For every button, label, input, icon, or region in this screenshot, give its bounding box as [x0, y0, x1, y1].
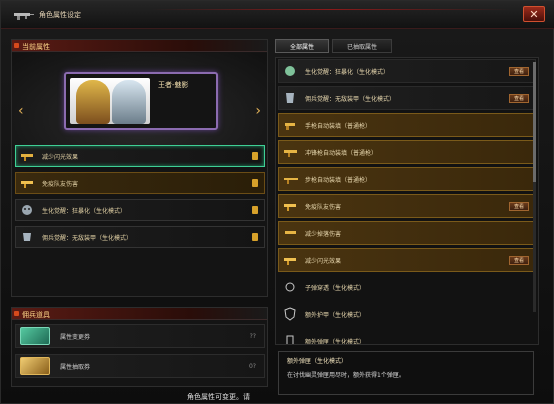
property-row[interactable]: 减少掉落伤害	[278, 221, 536, 245]
view-button[interactable]: 查看	[508, 93, 529, 103]
gun-gold-icon	[21, 181, 33, 188]
property-row[interactable]: 额外弹匣（生化模式）	[278, 329, 536, 345]
title-bar[interactable]: 角色属性设定 ✕	[1, 1, 554, 29]
property-label: 减少掉落伤害	[305, 230, 342, 238]
lock-icon	[252, 179, 258, 187]
pistol-icon	[285, 123, 295, 130]
property-label: 步枪自动装填（普通枪）	[305, 176, 372, 184]
attribute-label: 免疫队友伤害	[42, 180, 79, 188]
flash-gun-icon	[284, 258, 296, 265]
character-card[interactable]: 王者-魅影	[64, 72, 218, 130]
armor-icon	[286, 93, 294, 103]
character-portrait	[70, 78, 150, 124]
attribute-list-scrollbar[interactable]	[533, 62, 536, 312]
property-row[interactable]: 步枪自动装填（普通枪）	[278, 167, 536, 191]
property-row[interactable]: 额外护甲（生化模式）	[278, 302, 536, 326]
property-row[interactable]: 佣兵觉醒：无敌装甲（生化模式） 查看	[278, 86, 536, 110]
next-character-button[interactable]: ›	[255, 103, 261, 119]
header-marker-icon	[14, 43, 19, 48]
attribute-label: 生化觉醒：狂暴化（生化模式）	[42, 207, 127, 215]
property-label: 佣兵觉醒：无敌装甲（生化模式）	[305, 95, 396, 103]
tooltip-title: 额外弹匣（生化模式）	[287, 358, 348, 365]
ticket-green-icon	[20, 327, 50, 345]
fall-icon	[285, 231, 296, 234]
property-row[interactable]: 手枪自动装填（普通枪）	[278, 113, 536, 137]
lock-icon	[252, 233, 258, 241]
all-attributes-panel: 全部属性 已抽取属性 生化觉醒：狂暴化（生化模式） 查看 佣兵觉醒：无敌装甲（生…	[275, 39, 539, 401]
tab-extracted-attributes[interactable]: 已抽取属性	[332, 39, 393, 53]
item-qty: ??	[249, 332, 256, 340]
smg-icon	[284, 150, 297, 157]
item-card-row[interactable]: 属性变更券 ??	[15, 324, 265, 348]
character-name: 王者-魅影	[158, 81, 189, 89]
mercenary-item-title: 佣兵道具	[22, 311, 50, 319]
attribute-tooltip: 额外弹匣（生化模式） 在讨伐幽灵弹匣用尽时，额外获得1个弹匣。	[278, 351, 534, 395]
item-label: 属性抽取券	[60, 363, 91, 371]
current-attribute-list: 减少闪光效果 免疫队友伤害 生化觉醒：狂暴化（生化模式） 佣兵觉醒：无敌装甲（生…	[15, 145, 265, 253]
gun-gold-icon	[284, 204, 296, 211]
property-label: 额外护甲（生化模式）	[305, 311, 366, 319]
property-label: 子弹穿透（生化模式）	[305, 284, 366, 292]
footer-note: 角色属性可变更。请	[187, 393, 250, 401]
view-button[interactable]: 查看	[508, 66, 529, 76]
property-label: 免疫队友伤害	[305, 203, 342, 211]
attribute-list: 生化觉醒：狂暴化（生化模式） 查看 佣兵觉醒：无敌装甲（生化模式） 查看 手枪自…	[275, 57, 539, 345]
title-glow	[151, 9, 511, 10]
attribute-row[interactable]: 免疫队友伤害	[15, 172, 265, 194]
item-qty: 0?	[248, 362, 256, 370]
window-title: 角色属性设定	[39, 11, 81, 19]
property-label: 冲锋枪自动装填（普通枪）	[305, 149, 378, 157]
rifle-icon	[284, 178, 298, 184]
tab-all-attributes[interactable]: 全部属性	[275, 39, 330, 53]
current-attribute-header: 当前属性	[12, 40, 267, 52]
current-attribute-title: 当前属性	[22, 43, 50, 51]
mercenary-item-header: 佣兵道具	[12, 308, 267, 320]
property-row[interactable]: 冲锋枪自动装填（普通枪）	[278, 140, 536, 164]
property-label: 生化觉醒：狂暴化（生化模式）	[305, 68, 390, 76]
property-label: 额外弹匣（生化模式）	[305, 338, 366, 345]
lock-icon	[252, 152, 258, 160]
character-face-left	[76, 80, 110, 124]
mercenary-item-panel: 佣兵道具 属性变更券 ?? 属性抽取券 0?	[11, 307, 268, 387]
property-label: 减少闪光效果	[305, 257, 342, 265]
attribute-row[interactable]: 减少闪光效果	[15, 145, 265, 167]
magazine-icon	[286, 335, 294, 344]
property-row[interactable]: 免疫队友伤害 查看	[278, 194, 536, 218]
scroll-thumb[interactable]	[533, 62, 536, 182]
zombie-icon	[285, 66, 295, 76]
rifle-title-icon	[14, 13, 34, 20]
attribute-row[interactable]: 生化觉醒：狂暴化（生化模式）	[15, 199, 265, 221]
character-face-right	[112, 80, 146, 124]
close-button[interactable]: ✕	[523, 6, 545, 22]
attribute-tabs: 全部属性 已抽取属性	[275, 39, 393, 53]
zombie-icon	[22, 205, 32, 215]
item-card-row[interactable]: 属性抽取券 0?	[15, 354, 265, 378]
flash-gun-icon	[21, 154, 33, 161]
property-row[interactable]: 生化觉醒：狂暴化（生化模式） 查看	[278, 59, 536, 83]
view-button[interactable]: 查看	[508, 201, 529, 211]
attribute-row[interactable]: 佣兵觉醒：无敌装甲（生化模式）	[15, 226, 265, 248]
prev-character-button[interactable]: ‹	[18, 103, 24, 119]
bullet-icon	[285, 282, 295, 292]
shield-icon	[284, 307, 296, 321]
lock-icon	[252, 206, 258, 214]
item-label: 属性变更券	[60, 333, 91, 341]
armor-icon	[23, 233, 31, 241]
current-attribute-panel: 当前属性 ‹ › 王者-魅影 减少闪光效果 免疫队友伤害 生化觉醒：狂暴化（生化…	[11, 39, 268, 297]
property-label: 手枪自动装填（普通枪）	[305, 122, 372, 130]
attribute-label: 佣兵觉醒：无敌装甲（生化模式）	[42, 234, 133, 242]
header-marker-icon	[14, 311, 19, 316]
ticket-gold-icon	[20, 357, 50, 375]
attribute-window: 角色属性设定 ✕ 当前属性 ‹ › 王者-魅影 减少闪光效果 免疫队友伤害 生化…	[0, 0, 554, 404]
attribute-label: 减少闪光效果	[42, 153, 79, 161]
property-row[interactable]: 子弹穿透（生化模式）	[278, 275, 536, 299]
view-button[interactable]: 查看	[508, 255, 529, 265]
tooltip-description: 在讨伐幽灵弹匣用尽时，额外获得1个弹匣。	[287, 372, 405, 379]
property-row[interactable]: 减少闪光效果 查看	[278, 248, 536, 272]
